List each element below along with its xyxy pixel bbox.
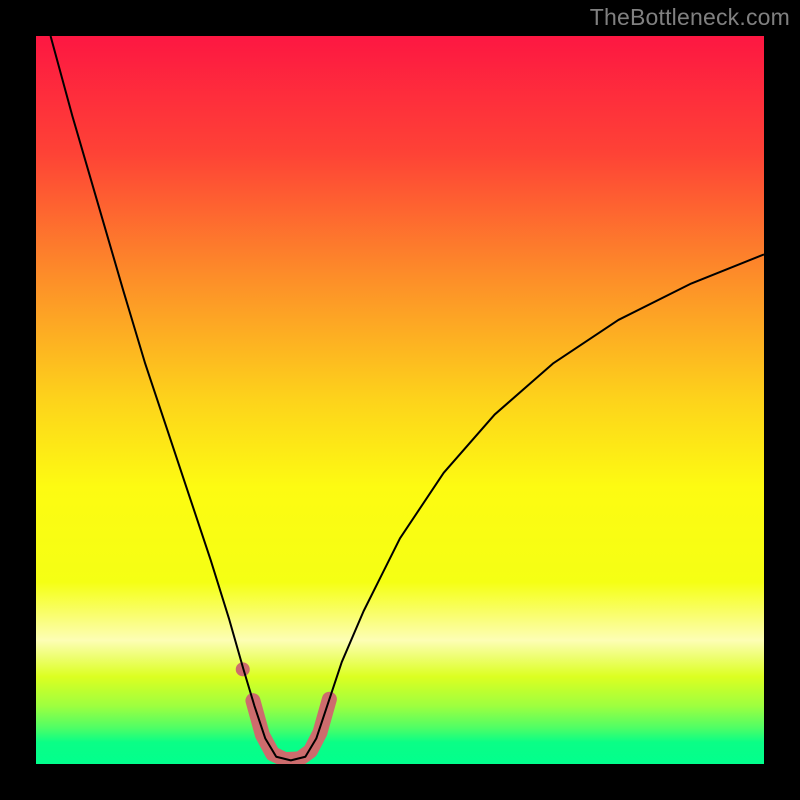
curve-layer: [36, 36, 764, 764]
highlight-band: [253, 699, 329, 759]
bottleneck-curve: [51, 36, 764, 760]
watermark-label: TheBottleneck.com: [590, 4, 790, 31]
chart-root: TheBottleneck.com: [0, 0, 800, 800]
plot-area: [36, 36, 764, 764]
